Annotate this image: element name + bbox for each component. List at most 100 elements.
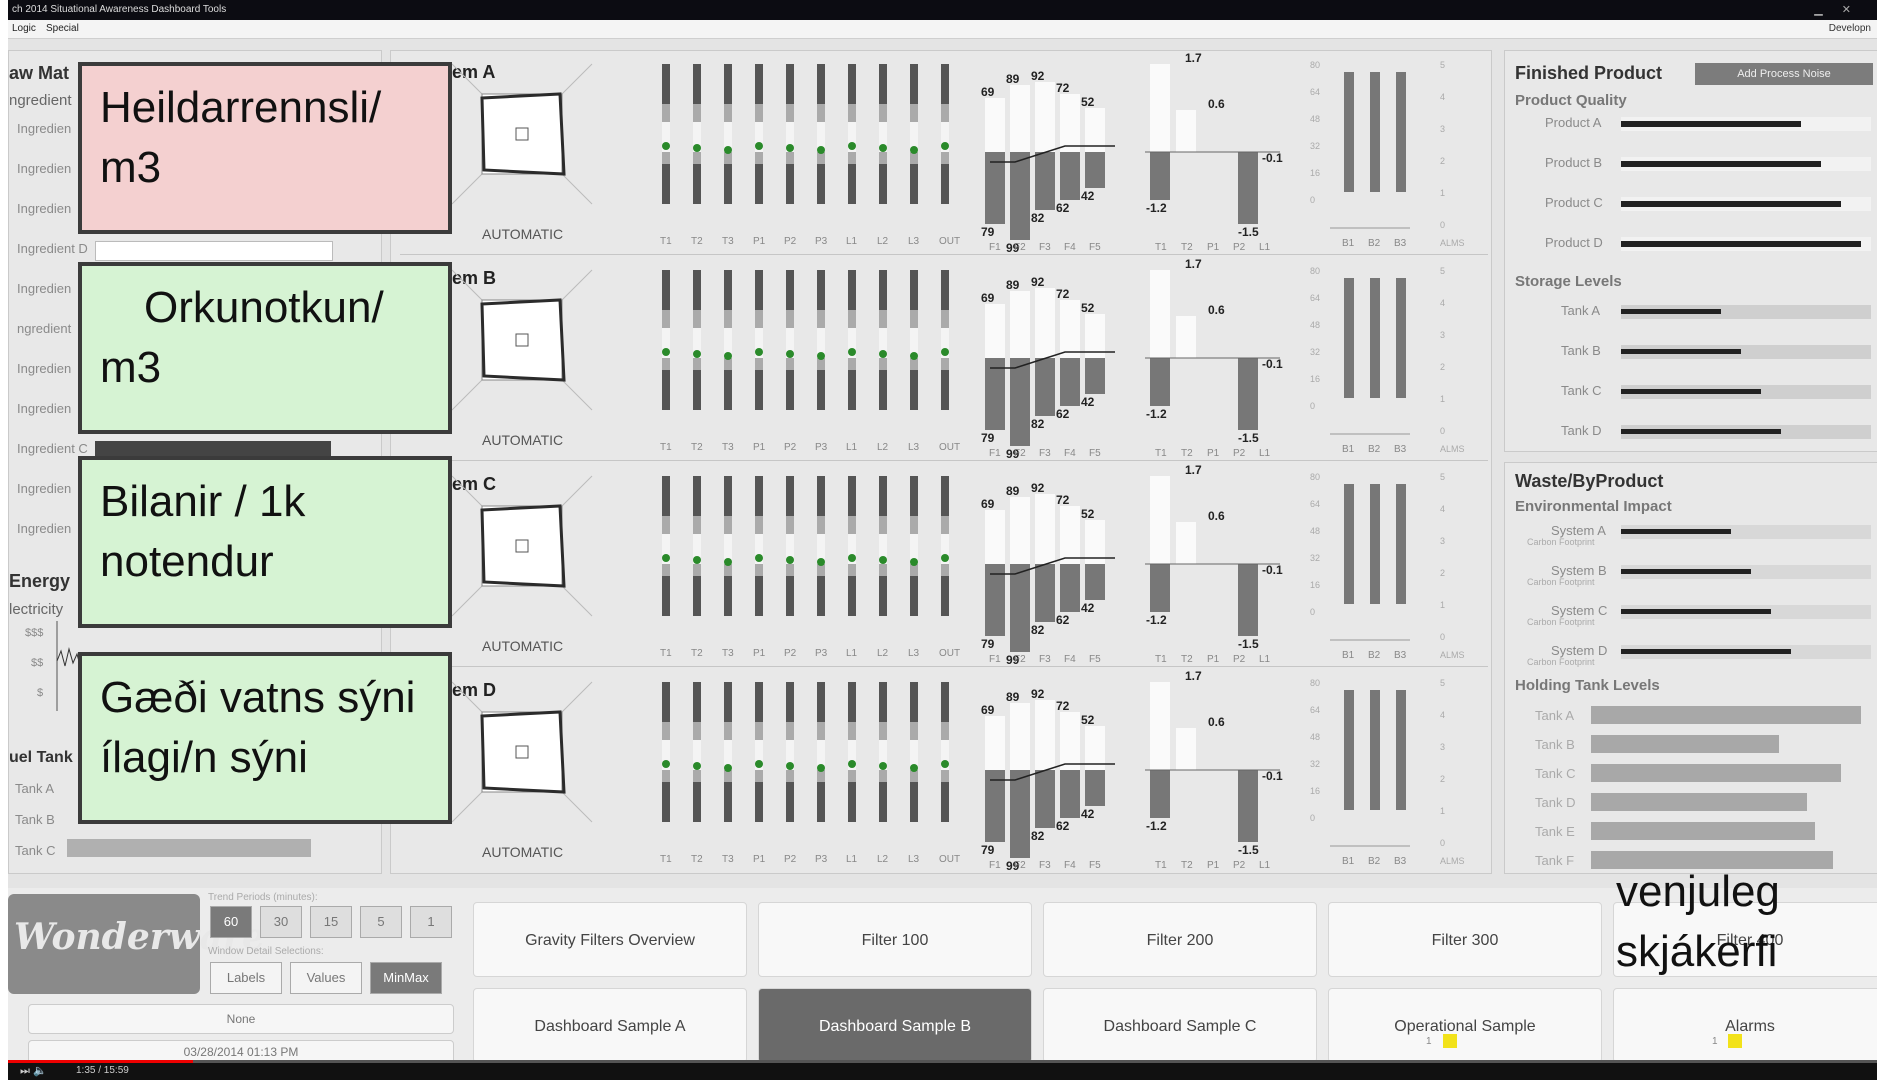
trend-label: L2: [877, 648, 889, 659]
nav-button-row2[interactable]: Dashboard Sample C: [1043, 988, 1317, 1063]
b-scale-tick: 0: [1310, 813, 1315, 823]
b-scale-tick: 80: [1310, 678, 1320, 688]
window-controls[interactable]: ▁ ✕: [1814, 0, 1859, 20]
nav-button-row2[interactable]: Operational Sample: [1328, 988, 1602, 1063]
row-divider: [400, 254, 1488, 255]
period-chip[interactable]: 5: [360, 906, 402, 938]
trend-label: T3: [722, 442, 734, 453]
flow-bar-bottom: [985, 770, 1005, 842]
trend-bar-mid: [848, 104, 856, 122]
storage-levels-title: Storage Levels: [1515, 273, 1622, 290]
trend-marker: [817, 558, 825, 566]
nav-button-row1[interactable]: Filter 100: [758, 902, 1032, 977]
b-bar: [1344, 484, 1354, 604]
trend-label: P3: [815, 648, 828, 659]
period-chip[interactable]: 30: [260, 906, 302, 938]
flow-bar-top: [985, 98, 1005, 152]
nav-button-row1[interactable]: Filter 300: [1328, 902, 1602, 977]
storage-label: Tank A: [1561, 303, 1601, 318]
add-process-noise-button[interactable]: Add Process Noise: [1695, 63, 1873, 85]
ingredient-c-bar: [95, 441, 331, 457]
b-scale-tick: 16: [1310, 168, 1320, 178]
flow-bottom-value: 79: [981, 225, 995, 239]
ingredient-label: Ingredient C: [17, 441, 88, 456]
trend-bar-bottom: [724, 164, 732, 204]
y-tick-1: $: [37, 687, 44, 699]
flow-label: F5: [1089, 448, 1101, 459]
trend-bar-top: [879, 682, 887, 722]
product-bar-fill: [1621, 201, 1841, 207]
trend-bar-top: [755, 476, 763, 516]
trend-bar-mid: [755, 104, 763, 122]
trend-marker: [755, 142, 763, 150]
detail-chip[interactable]: Labels: [210, 962, 282, 994]
period-chip[interactable]: 1: [410, 906, 452, 938]
trend-label: L3: [908, 854, 920, 865]
flow-bar-bottom: [1010, 564, 1030, 652]
trend-bar-bottom: [848, 370, 856, 410]
trend-bar-low: [662, 152, 670, 164]
trend-bar-mid: [755, 516, 763, 534]
trend-label: P3: [815, 854, 828, 865]
flow-label: F2: [1014, 242, 1026, 253]
detail-chip[interactable]: Values: [290, 962, 362, 994]
tp-value-d: -1.2: [1146, 201, 1167, 215]
flow-label: F3: [1039, 242, 1051, 253]
trend-bar-mid: [817, 104, 825, 122]
nav-button-row1[interactable]: Gravity Filters Overview: [473, 902, 747, 977]
trend-bar-mid: [879, 104, 887, 122]
trend-bar-top: [755, 270, 763, 310]
flow-bar-top: [985, 716, 1005, 770]
tp-bar-a: [1150, 682, 1170, 770]
tp-label: T2: [1181, 448, 1193, 459]
trend-bar-low: [848, 358, 856, 370]
tp-label: L1: [1259, 242, 1271, 253]
trend-bar-mid: [724, 104, 732, 122]
fuel-tank-b: Tank B: [15, 812, 55, 827]
overlay-quality-line2: ílagi/n sýni: [100, 733, 308, 782]
env-sub-label: Carbon Footprint: [1527, 657, 1595, 667]
logo-box: Wonderware: [8, 894, 265, 994]
trend-bar-mid: [941, 310, 949, 328]
menu-special[interactable]: Special: [46, 20, 79, 38]
flow-bar-bottom: [1060, 564, 1080, 612]
ingredient-label: Ingredien: [17, 161, 72, 176]
trend-bar-low: [755, 564, 763, 576]
trend-bar-mid: [724, 310, 732, 328]
period-chip[interactable]: 15: [310, 906, 352, 938]
detail-chip[interactable]: MinMax: [370, 962, 442, 994]
flow-bar-bottom: [985, 358, 1005, 430]
b-label: B1: [1342, 650, 1355, 661]
trend-label: T1: [660, 648, 672, 659]
overlay-quality-line1: Gæði vatns sýni: [100, 673, 416, 722]
flow-bottom-value: 79: [981, 843, 995, 857]
radar-center: [515, 745, 529, 759]
play-icon[interactable]: ⏭ 🔈: [20, 1064, 47, 1078]
tp-bar-b: [1176, 110, 1196, 152]
overlay-energy-line1: Orkunotkun/: [144, 283, 384, 332]
trend-bar-mid: [817, 722, 825, 740]
menu-logic[interactable]: Logic: [12, 20, 36, 38]
nav-button-row2[interactable]: Dashboard Sample B: [758, 988, 1032, 1063]
trend-bar-low: [941, 770, 949, 782]
alm-scale-tick: 4: [1440, 298, 1445, 308]
tp-value-b: 0.6: [1208, 303, 1225, 317]
row-divider: [400, 666, 1488, 667]
storage-bar-fill: [1621, 349, 1741, 354]
progress-track[interactable]: [8, 1060, 1877, 1063]
alm-scale-tick: 2: [1440, 362, 1445, 372]
nav-button-row1[interactable]: Filter 200: [1043, 902, 1317, 977]
flow-bar-bottom: [1035, 770, 1055, 828]
nav-button-row2[interactable]: Alarms: [1613, 988, 1877, 1063]
trend-marker: [786, 762, 794, 770]
trend-bar-top: [786, 682, 794, 722]
period-chip[interactable]: 60: [210, 906, 252, 938]
flow-label: F2: [1014, 860, 1026, 871]
none-field[interactable]: None: [28, 1004, 454, 1034]
flow-bottom-value: 62: [1056, 407, 1070, 421]
flow-bar-bottom: [1010, 152, 1030, 240]
trend-bar-bottom: [662, 576, 670, 616]
trend-bar-bottom: [817, 370, 825, 410]
trend-bar-low: [693, 152, 701, 164]
nav-button-row2[interactable]: Dashboard Sample A: [473, 988, 747, 1063]
